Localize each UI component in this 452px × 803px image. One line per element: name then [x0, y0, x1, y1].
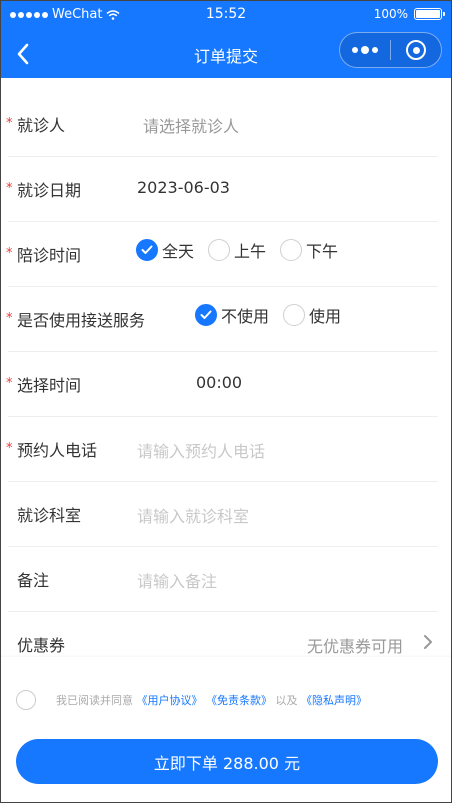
user-agreement-link[interactable]: 《用户协议》 [137, 694, 203, 707]
battery-percent: 100% [373, 7, 408, 21]
visit-date-label: 就诊日期 [17, 181, 82, 200]
battery-icon [414, 8, 445, 20]
radio-empty-icon [208, 239, 231, 261]
mini-program-capsule [339, 32, 442, 68]
escort-option-afternoon[interactable]: 下午 [280, 238, 338, 262]
escort-time-row: * 陪诊时间 全天 上午 下午 [0, 222, 452, 287]
required-mark: * [6, 181, 13, 196]
agreement-checkbox[interactable] [16, 690, 36, 710]
visit-date-picker[interactable]: 2023-06-03 [137, 178, 230, 197]
disclaimer-link[interactable]: 《免责条款》 [206, 694, 272, 707]
department-input[interactable]: 请输入就诊科室 [137, 503, 249, 527]
remarks-row: 备注 请输入备注 [0, 547, 452, 612]
patient-select[interactable]: 请选择就诊人 [143, 113, 239, 137]
bottom-action-area: 我已阅读并同意 《用户协议》 《免责条款》 以及 《隐私声明》 立即下单 288… [0, 657, 452, 803]
department-label: 就诊科室 [17, 506, 82, 525]
agreement-prefix: 我已阅读并同意 [56, 694, 133, 707]
radio-empty-icon [283, 304, 306, 326]
escort-option-morning[interactable]: 上午 [208, 238, 266, 262]
shuttle-label: 是否使用接送服务 [17, 311, 146, 330]
shuttle-option-yes[interactable]: 使用 [283, 303, 341, 327]
required-mark: * [6, 246, 13, 261]
escort-option-full-day[interactable]: 全天 [136, 238, 194, 262]
booker-phone-input[interactable]: 请输入预约人电话 [137, 438, 265, 462]
agreement-row: 我已阅读并同意 《用户协议》 《免责条款》 以及 《隐私声明》 [16, 690, 367, 710]
option-label: 全天 [162, 242, 195, 261]
more-button[interactable] [340, 33, 390, 67]
department-row: 就诊科室 请输入就诊科室 [0, 482, 452, 547]
option-label: 下午 [306, 242, 339, 261]
close-mini-program-button[interactable] [391, 33, 441, 67]
required-mark: * [6, 441, 13, 456]
option-label: 不使用 [221, 307, 270, 326]
target-icon [406, 40, 426, 60]
booker-phone-row: * 预约人电话 请输入预约人电话 [0, 417, 452, 482]
option-label: 上午 [234, 242, 267, 261]
agreement-text: 我已阅读并同意 《用户协议》 《免责条款》 以及 《隐私声明》 [56, 692, 367, 708]
option-label: 使用 [309, 307, 342, 326]
chevron-right-icon [424, 635, 432, 649]
required-mark: * [6, 116, 13, 131]
remarks-label: 备注 [17, 571, 50, 590]
visit-date-row[interactable]: * 就诊日期 2023-06-03 [0, 157, 452, 222]
radio-empty-icon [280, 239, 303, 261]
shuttle-option-no[interactable]: 不使用 [195, 303, 269, 327]
patient-label: 就诊人 [17, 116, 66, 135]
select-time-label: 选择时间 [17, 376, 82, 395]
navigation-bar: 订单提交 [0, 30, 452, 78]
coupon-value: 无优惠券可用 [307, 637, 404, 656]
check-circle-icon [195, 304, 217, 326]
privacy-link[interactable]: 《隐私声明》 [301, 694, 367, 707]
escort-time-options: 全天 上午 下午 [136, 238, 352, 262]
time-picker[interactable]: 00:00 [196, 373, 242, 392]
shuttle-options: 不使用 使用 [195, 303, 355, 327]
escort-time-label: 陪诊时间 [17, 246, 82, 265]
coupon-label: 优惠券 [17, 636, 66, 655]
header-bar: WeChat 15:52 100% 订单提交 [0, 0, 452, 78]
shuttle-row: * 是否使用接送服务 不使用 使用 [0, 287, 452, 352]
select-time-row[interactable]: * 选择时间 00:00 [0, 352, 452, 417]
check-circle-icon [136, 239, 158, 261]
remarks-input[interactable]: 请输入备注 [137, 568, 217, 592]
submit-order-button[interactable]: 立即下单 288.00 元 [16, 739, 438, 784]
booker-phone-label: 预约人电话 [17, 441, 98, 460]
patient-row[interactable]: * 就诊人 请选择就诊人 [0, 92, 452, 157]
required-mark: * [6, 311, 13, 326]
required-mark: * [6, 376, 13, 391]
battery-status: 100% [373, 7, 445, 21]
agreement-and: 以及 [275, 694, 298, 707]
status-bar: WeChat 15:52 100% [0, 0, 452, 30]
